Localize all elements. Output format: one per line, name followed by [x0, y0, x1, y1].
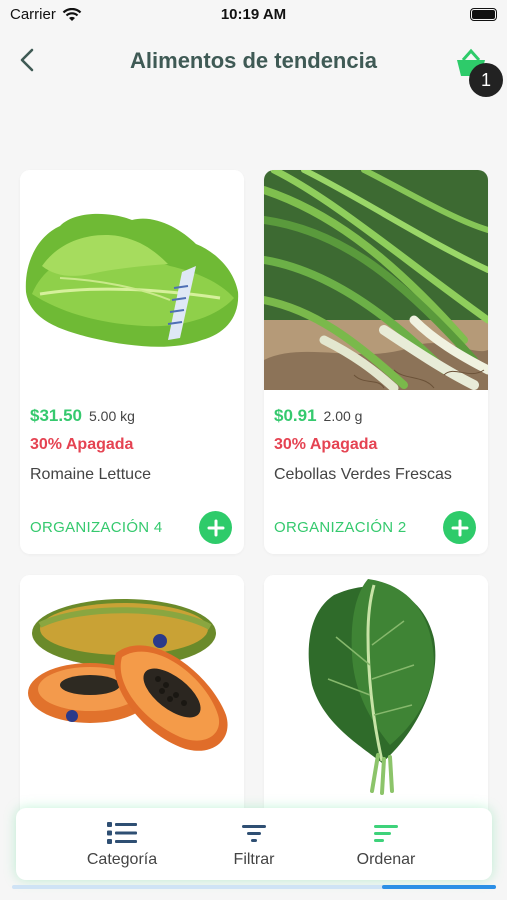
weight-label: 5.00 kg [89, 408, 135, 424]
price-label: $31.50 [30, 406, 82, 425]
price-label: $0.91 [274, 406, 317, 425]
organization-label: ORGANIZACIÓN 4 [30, 519, 163, 536]
bottom-tab-bar: Categoría Filtrar Ordenar [16, 808, 492, 880]
weight-label: 2.00 g [323, 408, 363, 424]
plus-icon [207, 519, 224, 536]
product-name: Cebollas Verdes Frescas [274, 466, 452, 483]
tab-label: Categoría [86, 850, 158, 868]
discount-label: 30% Apagada [30, 436, 134, 453]
tab-filter[interactable]: Filtrar [199, 820, 309, 869]
tab-label: Filtrar [233, 850, 275, 868]
plus-icon [451, 519, 468, 536]
product-card[interactable]: $0.91 2.00 g 30% Apagada Cebollas Verdes… [264, 170, 488, 554]
tab-sort[interactable]: Ordenar [331, 820, 441, 869]
filter-icon [242, 824, 266, 842]
tab-label: Ordenar [356, 850, 416, 868]
lettuce-image [20, 170, 244, 390]
green-onions-image [264, 170, 488, 390]
collard-greens-image [264, 575, 488, 795]
product-card[interactable]: $31.50 5.00 kg 30% Apagada Romaine Lettu… [20, 170, 244, 554]
header: Alimentos de tendencia 1 [0, 38, 507, 97]
sort-icon [374, 824, 398, 842]
add-to-cart-button[interactable] [443, 511, 476, 544]
status-bar: Carrier 10:19 AM [0, 0, 507, 30]
list-icon [107, 821, 137, 844]
horizontal-scrollbar[interactable] [12, 885, 496, 889]
product-card[interactable] [20, 575, 244, 835]
scrollbar-thumb[interactable] [382, 885, 496, 889]
cart-count-badge: 1 [469, 63, 503, 97]
tab-category[interactable]: Categoría [67, 820, 177, 869]
page-title: Alimentos de tendencia [130, 48, 377, 73]
battery-icon [470, 8, 497, 21]
add-to-cart-button[interactable] [199, 511, 232, 544]
discount-label: 30% Apagada [274, 436, 378, 453]
clock: 10:19 AM [220, 6, 287, 23]
product-card[interactable] [264, 575, 488, 835]
organization-label: ORGANIZACIÓN 2 [274, 519, 407, 536]
product-name: Romaine Lettuce [30, 466, 151, 483]
papaya-image [20, 575, 244, 795]
